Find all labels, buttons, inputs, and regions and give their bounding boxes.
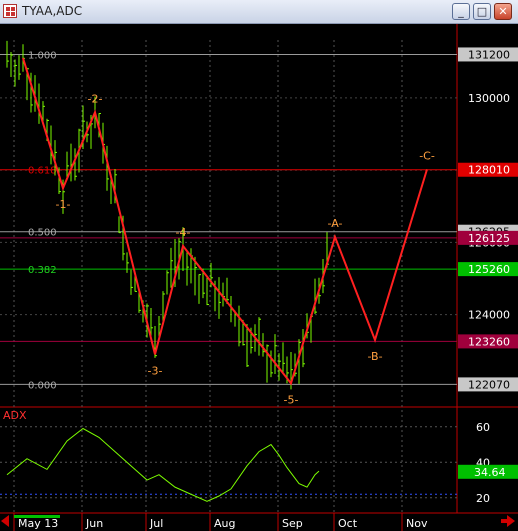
price-tag-label: 122070 [468,378,510,391]
price-tag-label: 126125 [468,232,510,245]
month-label: Jun [85,517,103,530]
price-tag-label: 123260 [468,335,510,348]
month-label: Nov [406,517,428,530]
month-label: Jul [149,517,163,530]
scroll-right-button[interactable] [501,515,515,527]
minimize-button[interactable]: _ [452,3,470,20]
month-label: Sep [282,517,303,530]
adx-label: ADX [3,409,27,422]
window-titlebar[interactable]: TYAA,ADC _ □ ✕ [0,0,518,24]
scroll-left-button[interactable] [1,515,13,527]
wave-label: -4- [176,226,191,239]
wave-label: -A- [328,217,343,230]
month-label: Aug [214,517,235,530]
month-label: Oct [338,517,358,530]
adx-current-value: 34.64 [474,466,506,479]
wave-label: -3- [148,364,163,377]
wave-label: -C- [419,149,435,162]
adx-tick-label: 60 [476,421,490,434]
close-button[interactable]: ✕ [494,3,512,20]
price-tick-label: 124000 [468,309,510,322]
maximize-button[interactable]: □ [473,3,491,20]
scroll-thumb [14,515,60,518]
wave-label: -B- [367,350,382,363]
month-label: May 13 [18,517,58,530]
adx-tick-label: 20 [476,492,490,505]
price-tag-label: 125260 [468,263,510,276]
price-tick-label: 130000 [468,92,510,105]
window-title: TYAA,ADC [22,4,83,18]
price-tag-label: 131200 [468,48,510,61]
fib-ratio-label: 0.618 [28,166,57,177]
price-chart[interactable]: 1.000 0.618 0.500 0.382 0.000 -1- -2- -3- -4- -5… [0,24,518,531]
fib-ratio-label: 0.000 [28,380,57,391]
fib-ratio-label: 0.382 [28,265,57,276]
wave-label: -2- [88,92,103,105]
wave-label: -1- [56,198,71,211]
wave-label: -5- [284,393,299,406]
app-icon [3,4,17,18]
price-tag-label: 128010 [468,164,510,177]
fib-ratio-label: 0.500 [28,228,57,239]
fib-ratio-label: 1.000 [28,50,57,61]
